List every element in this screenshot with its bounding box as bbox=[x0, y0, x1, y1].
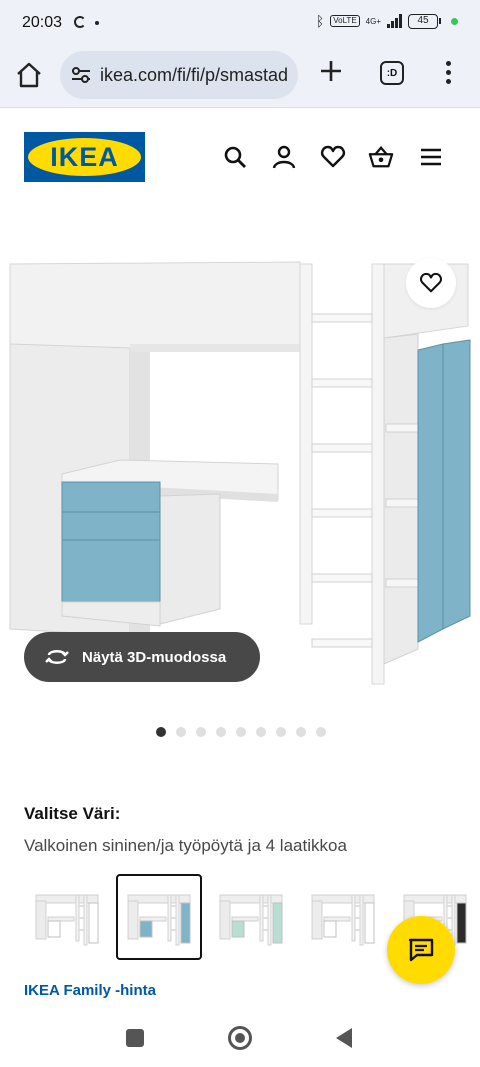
system-nav-bar bbox=[0, 1010, 480, 1067]
carousel-dot[interactable] bbox=[236, 727, 246, 737]
carousel-dot[interactable] bbox=[216, 727, 226, 737]
battery-level: 45 bbox=[408, 13, 438, 29]
variant-thumbnail[interactable] bbox=[24, 874, 110, 960]
volte-badge: VoLTE bbox=[330, 15, 360, 27]
variant-image bbox=[35, 894, 99, 946]
status-bar: 20:03 ᛒ VoLTE 4G+ 45 bbox=[0, 0, 480, 46]
favourites-icon[interactable] bbox=[320, 144, 346, 170]
network-type: 4G+ bbox=[365, 16, 381, 26]
color-label: Valitse Väri: bbox=[24, 804, 121, 823]
carousel-dot[interactable] bbox=[196, 727, 206, 737]
carousel-dot[interactable] bbox=[156, 727, 166, 737]
heart-icon bbox=[420, 272, 442, 293]
family-price-link[interactable]: IKEA Family -hinta bbox=[24, 982, 156, 999]
color-value: Valkoinen sininen/ja työpöytä ja 4 laati… bbox=[24, 836, 347, 855]
notification-dot-icon bbox=[95, 21, 99, 25]
tab-switcher-button[interactable]: :D bbox=[380, 61, 404, 85]
chat-button[interactable] bbox=[387, 916, 455, 984]
logo-text: IKEA bbox=[50, 141, 119, 172]
home-nav-icon[interactable] bbox=[228, 1026, 252, 1050]
back-icon[interactable] bbox=[336, 1028, 352, 1048]
add-to-favourites-button[interactable] bbox=[406, 258, 456, 308]
carousel-dot[interactable] bbox=[256, 727, 266, 737]
variant-image bbox=[311, 894, 375, 946]
recents-icon[interactable] bbox=[126, 1029, 144, 1047]
url-text: ikea.com/fi/fi/p/smastad bbox=[100, 64, 289, 85]
view-3d-button[interactable]: Näytä 3D-muodossa bbox=[24, 632, 260, 682]
view-3d-label: Näytä 3D-muodossa bbox=[82, 648, 227, 666]
account-icon[interactable] bbox=[271, 144, 297, 170]
search-icon[interactable] bbox=[222, 144, 248, 170]
chat-icon bbox=[408, 938, 434, 962]
variant-image bbox=[219, 894, 283, 946]
status-time: 20:03 bbox=[22, 14, 63, 31]
carousel-dot[interactable] bbox=[176, 727, 186, 737]
carousel-dot[interactable] bbox=[276, 727, 286, 737]
variant-image bbox=[127, 894, 191, 946]
rotate-3d-icon bbox=[45, 650, 69, 664]
home-icon[interactable] bbox=[14, 60, 44, 90]
battery-icon: 45 bbox=[408, 13, 441, 29]
variant-thumbnail[interactable] bbox=[208, 874, 294, 960]
new-tab-icon[interactable] bbox=[318, 58, 344, 84]
shopping-bag-icon[interactable] bbox=[368, 144, 394, 170]
status-icons: ᛒ VoLTE 4G+ 45 bbox=[316, 13, 458, 29]
sync-icon bbox=[74, 16, 86, 28]
carousel-dots bbox=[156, 727, 326, 737]
variant-thumbnail[interactable] bbox=[116, 874, 202, 960]
privacy-indicator-icon bbox=[451, 17, 458, 25]
browser-toolbar: ikea.com/fi/fi/p/smastad :D bbox=[0, 46, 480, 108]
address-bar[interactable]: ikea.com/fi/fi/p/smastad bbox=[60, 51, 298, 99]
bluetooth-icon: ᛒ bbox=[315, 13, 325, 29]
carousel-dot[interactable] bbox=[296, 727, 306, 737]
menu-icon[interactable] bbox=[418, 144, 444, 170]
variant-thumbnail[interactable] bbox=[300, 874, 386, 960]
ikea-logo[interactable]: IKEA bbox=[24, 132, 145, 182]
signal-icon bbox=[387, 14, 402, 28]
site-settings-icon[interactable] bbox=[70, 65, 92, 85]
carousel-dot[interactable] bbox=[316, 727, 326, 737]
more-menu-icon[interactable] bbox=[446, 61, 452, 87]
